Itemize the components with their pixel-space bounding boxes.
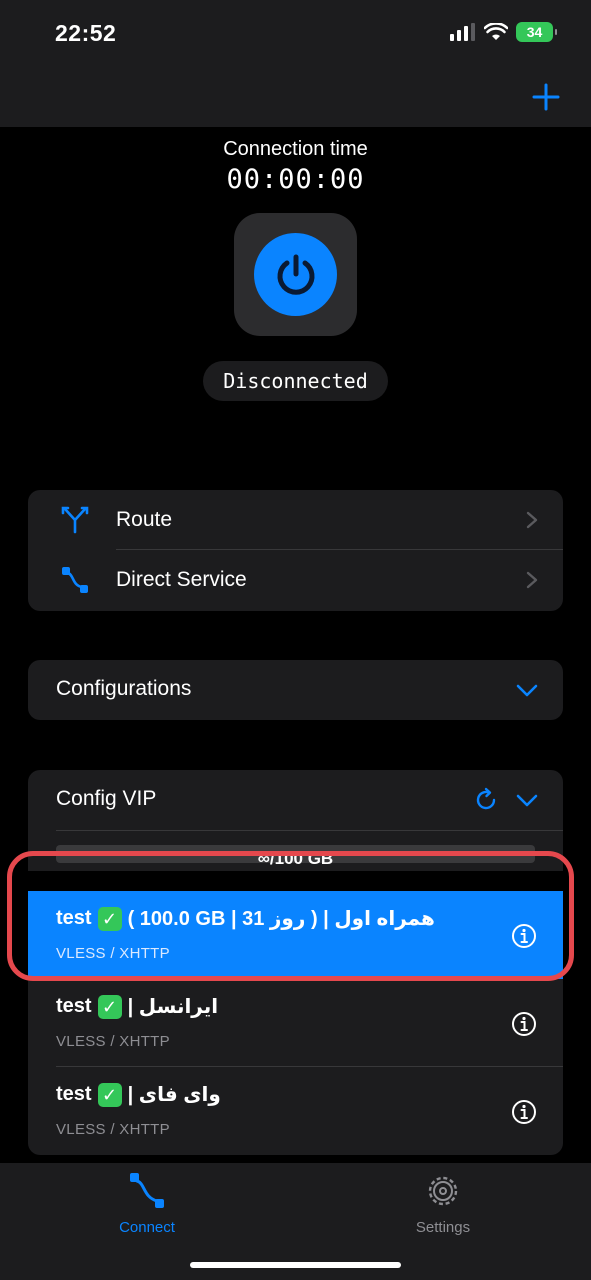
battery-level: 34 <box>526 24 543 40</box>
power-icon <box>277 254 314 295</box>
power-button[interactable] <box>254 233 337 316</box>
config-vip-label: Config VIP <box>56 787 157 810</box>
check-icon: ✓ <box>97 994 122 1019</box>
chevron-down-icon[interactable] <box>515 682 539 698</box>
server-name: test ✓ | وای فای <box>56 1082 221 1107</box>
server-name: test ✓ | ایرانسل <box>56 994 218 1019</box>
connection-timer: 00:00:00 <box>226 164 365 195</box>
nav-bar <box>0 66 591 127</box>
direct-service-label: Direct Service <box>116 568 247 591</box>
connection-status-badge: Disconnected <box>203 361 388 401</box>
route-label: Route <box>116 508 173 531</box>
chevron-right-icon <box>526 571 538 589</box>
settings-tab-icon <box>428 1176 458 1206</box>
tab-label: Connect <box>119 1219 175 1236</box>
server-item[interactable]: test ✓ | ایرانسل VLESS / XHTTP <box>28 979 563 1067</box>
direct-service-icon <box>62 567 88 593</box>
wifi-icon <box>484 23 508 40</box>
chevron-right-icon <box>526 511 538 529</box>
tab-settings[interactable]: Settings <box>368 1171 518 1236</box>
server-protocol: VLESS / XHTTP <box>56 1121 170 1138</box>
server-title: test <box>56 1083 92 1105</box>
tab-label: Settings <box>415 1219 471 1236</box>
check-icon: ✓ <box>97 1082 122 1107</box>
plus-icon[interactable] <box>531 82 561 112</box>
connection-time-label: Connection time <box>223 138 368 160</box>
info-icon[interactable] <box>511 1099 537 1125</box>
chevron-down-icon[interactable] <box>515 792 539 808</box>
server-protocol: VLESS / XHTTP <box>56 1033 170 1050</box>
home-indicator <box>190 1262 401 1268</box>
power-button-container <box>234 213 357 336</box>
signal-icon <box>450 23 475 41</box>
server-title: test <box>56 995 92 1017</box>
status-bar: 22:52 34 <box>0 0 591 66</box>
configurations-label: Configurations <box>56 677 192 700</box>
direct-service-row[interactable]: Direct Service <box>28 550 563 610</box>
route-card: Route Direct Service <box>28 490 563 611</box>
selection-highlight <box>7 851 574 981</box>
refresh-icon[interactable] <box>473 787 499 813</box>
route-icon <box>61 506 89 534</box>
status-time: 22:52 <box>55 20 117 46</box>
connect-tab-icon <box>130 1173 164 1208</box>
battery-icon: 34 <box>516 22 557 42</box>
server-suffix: | ایرانسل <box>127 996 219 1018</box>
route-row[interactable]: Route <box>28 490 563 550</box>
tab-connect[interactable]: Connect <box>72 1171 222 1236</box>
server-item[interactable]: test ✓ | وای فای VLESS / XHTTP <box>28 1067 563 1155</box>
server-suffix: | وای فای <box>127 1084 221 1106</box>
config-vip-header[interactable]: Config VIP <box>28 770 563 831</box>
info-icon[interactable] <box>511 1011 537 1037</box>
status-icons: 34 <box>450 22 557 42</box>
configurations-section[interactable]: Configurations <box>28 660 563 720</box>
